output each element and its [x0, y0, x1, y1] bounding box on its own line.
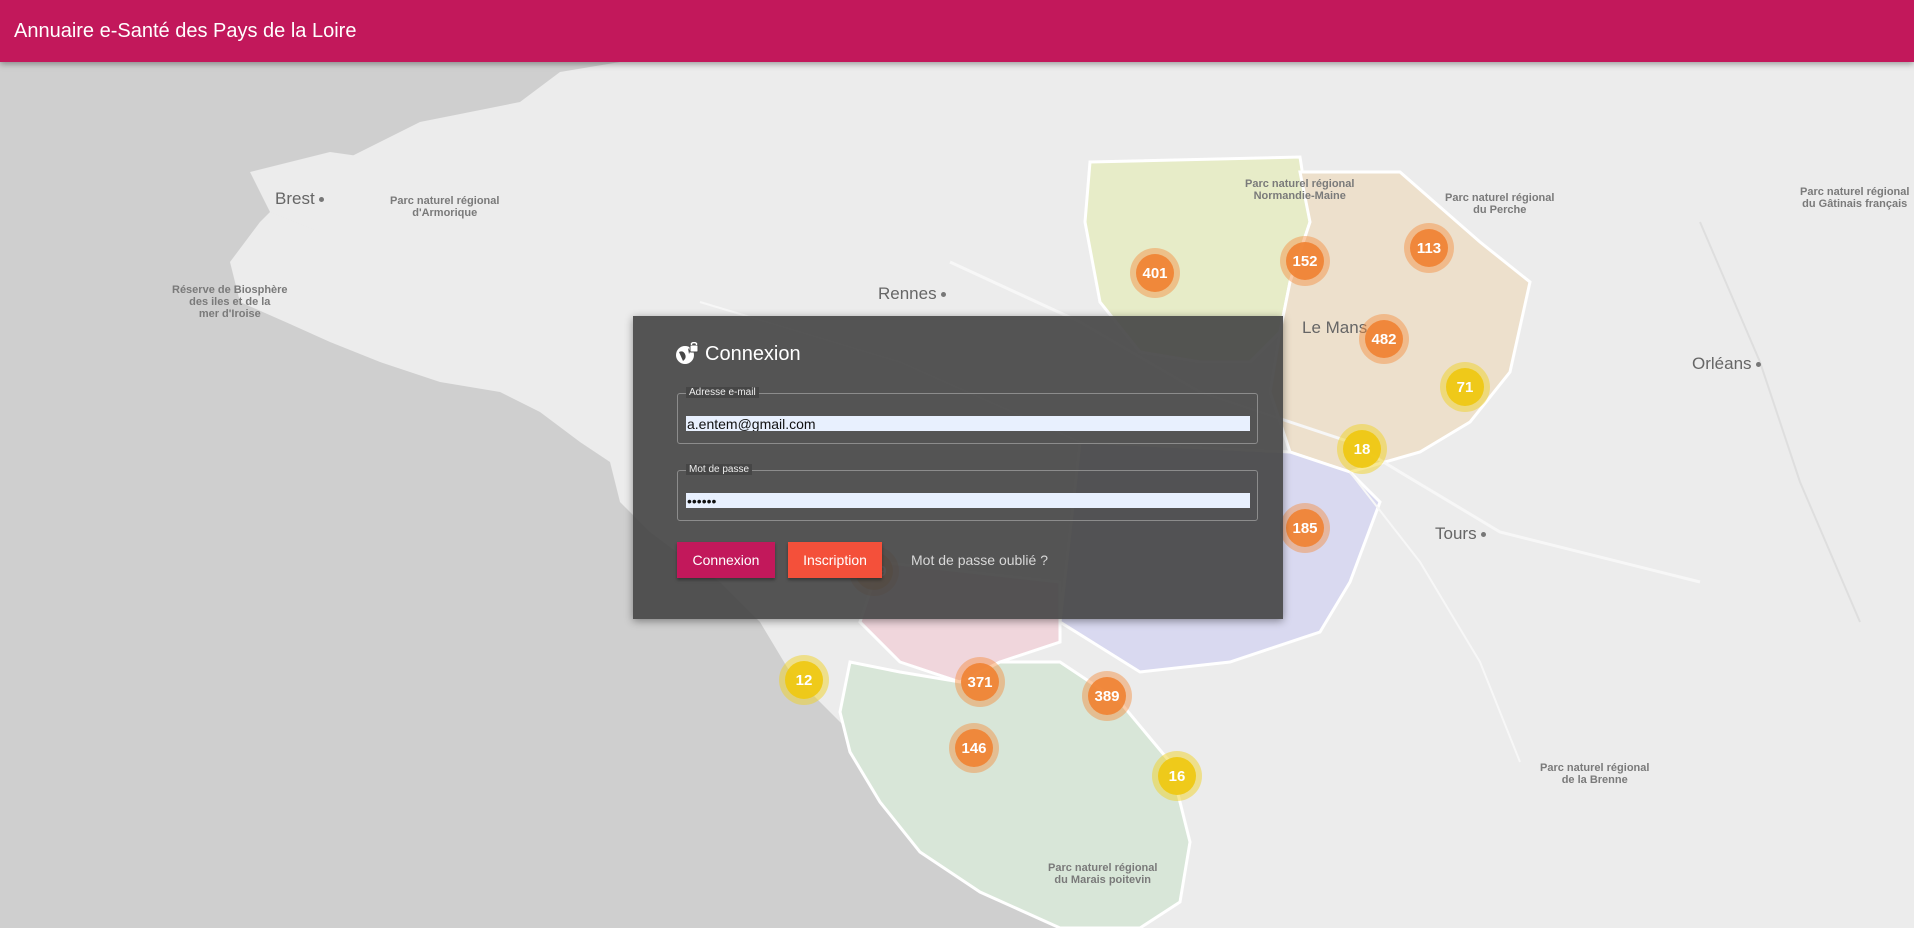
- park-label: Parc naturel régional du Marais poitevin: [1048, 862, 1158, 886]
- email-field: Adresse e-mail: [677, 387, 1258, 444]
- park-label: Parc naturel régional Normandie-Maine: [1245, 178, 1355, 202]
- register-button[interactable]: Inscription: [788, 542, 882, 578]
- login-header: Connexion: [675, 342, 801, 366]
- login-dialog: Connexion Adresse e-mail Mot de passe Co…: [633, 316, 1283, 619]
- park-label: Parc naturel régional de la Brenne: [1540, 762, 1650, 786]
- app-title: Annuaire e-Santé des Pays de la Loire: [14, 20, 357, 42]
- park-label: Parc naturel régional du Gâtinais frança…: [1800, 186, 1910, 210]
- map-cluster-marker[interactable]: 12: [779, 655, 829, 705]
- city-le-mans: Le Mans: [1302, 318, 1368, 337]
- email-input[interactable]: [686, 416, 1250, 431]
- map-cluster-marker[interactable]: 482: [1359, 314, 1409, 364]
- forgot-password-link[interactable]: Mot de passe oublié ?: [911, 552, 1048, 568]
- globe-lock-icon: [676, 342, 699, 364]
- map-cluster-marker[interactable]: 371: [955, 657, 1005, 707]
- city-orleans: Orléans: [1692, 354, 1761, 374]
- map-cluster-marker[interactable]: 71: [1440, 362, 1490, 412]
- app-header: Annuaire e-Santé des Pays de la Loire: [0, 0, 1914, 62]
- email-label: Adresse e-mail: [686, 387, 759, 398]
- city-brest: Brest: [275, 189, 324, 209]
- park-label: Parc naturel régional d'Armorique: [390, 195, 500, 219]
- login-title: Connexion: [705, 342, 801, 365]
- connect-button[interactable]: Connexion: [677, 542, 775, 578]
- map-cluster-marker[interactable]: 401: [1130, 248, 1180, 298]
- map-cluster-marker[interactable]: 113: [1404, 223, 1454, 273]
- password-field: Mot de passe: [677, 464, 1258, 521]
- park-label: Réserve de Biosphère des iles et de la m…: [172, 284, 288, 320]
- password-label: Mot de passe: [686, 464, 753, 475]
- city-rennes: Rennes: [878, 284, 946, 304]
- map-cluster-marker[interactable]: 185: [1280, 503, 1330, 553]
- city-tours: Tours: [1435, 524, 1486, 544]
- map-cluster-marker[interactable]: 146: [949, 723, 999, 773]
- password-input[interactable]: [686, 493, 1250, 508]
- park-label: Parc naturel régional du Perche: [1445, 192, 1555, 216]
- map-cluster-marker[interactable]: 152: [1280, 236, 1330, 286]
- map-cluster-marker[interactable]: 16: [1152, 751, 1202, 801]
- map-cluster-marker[interactable]: 389: [1082, 671, 1132, 721]
- map-cluster-marker[interactable]: 18: [1337, 424, 1387, 474]
